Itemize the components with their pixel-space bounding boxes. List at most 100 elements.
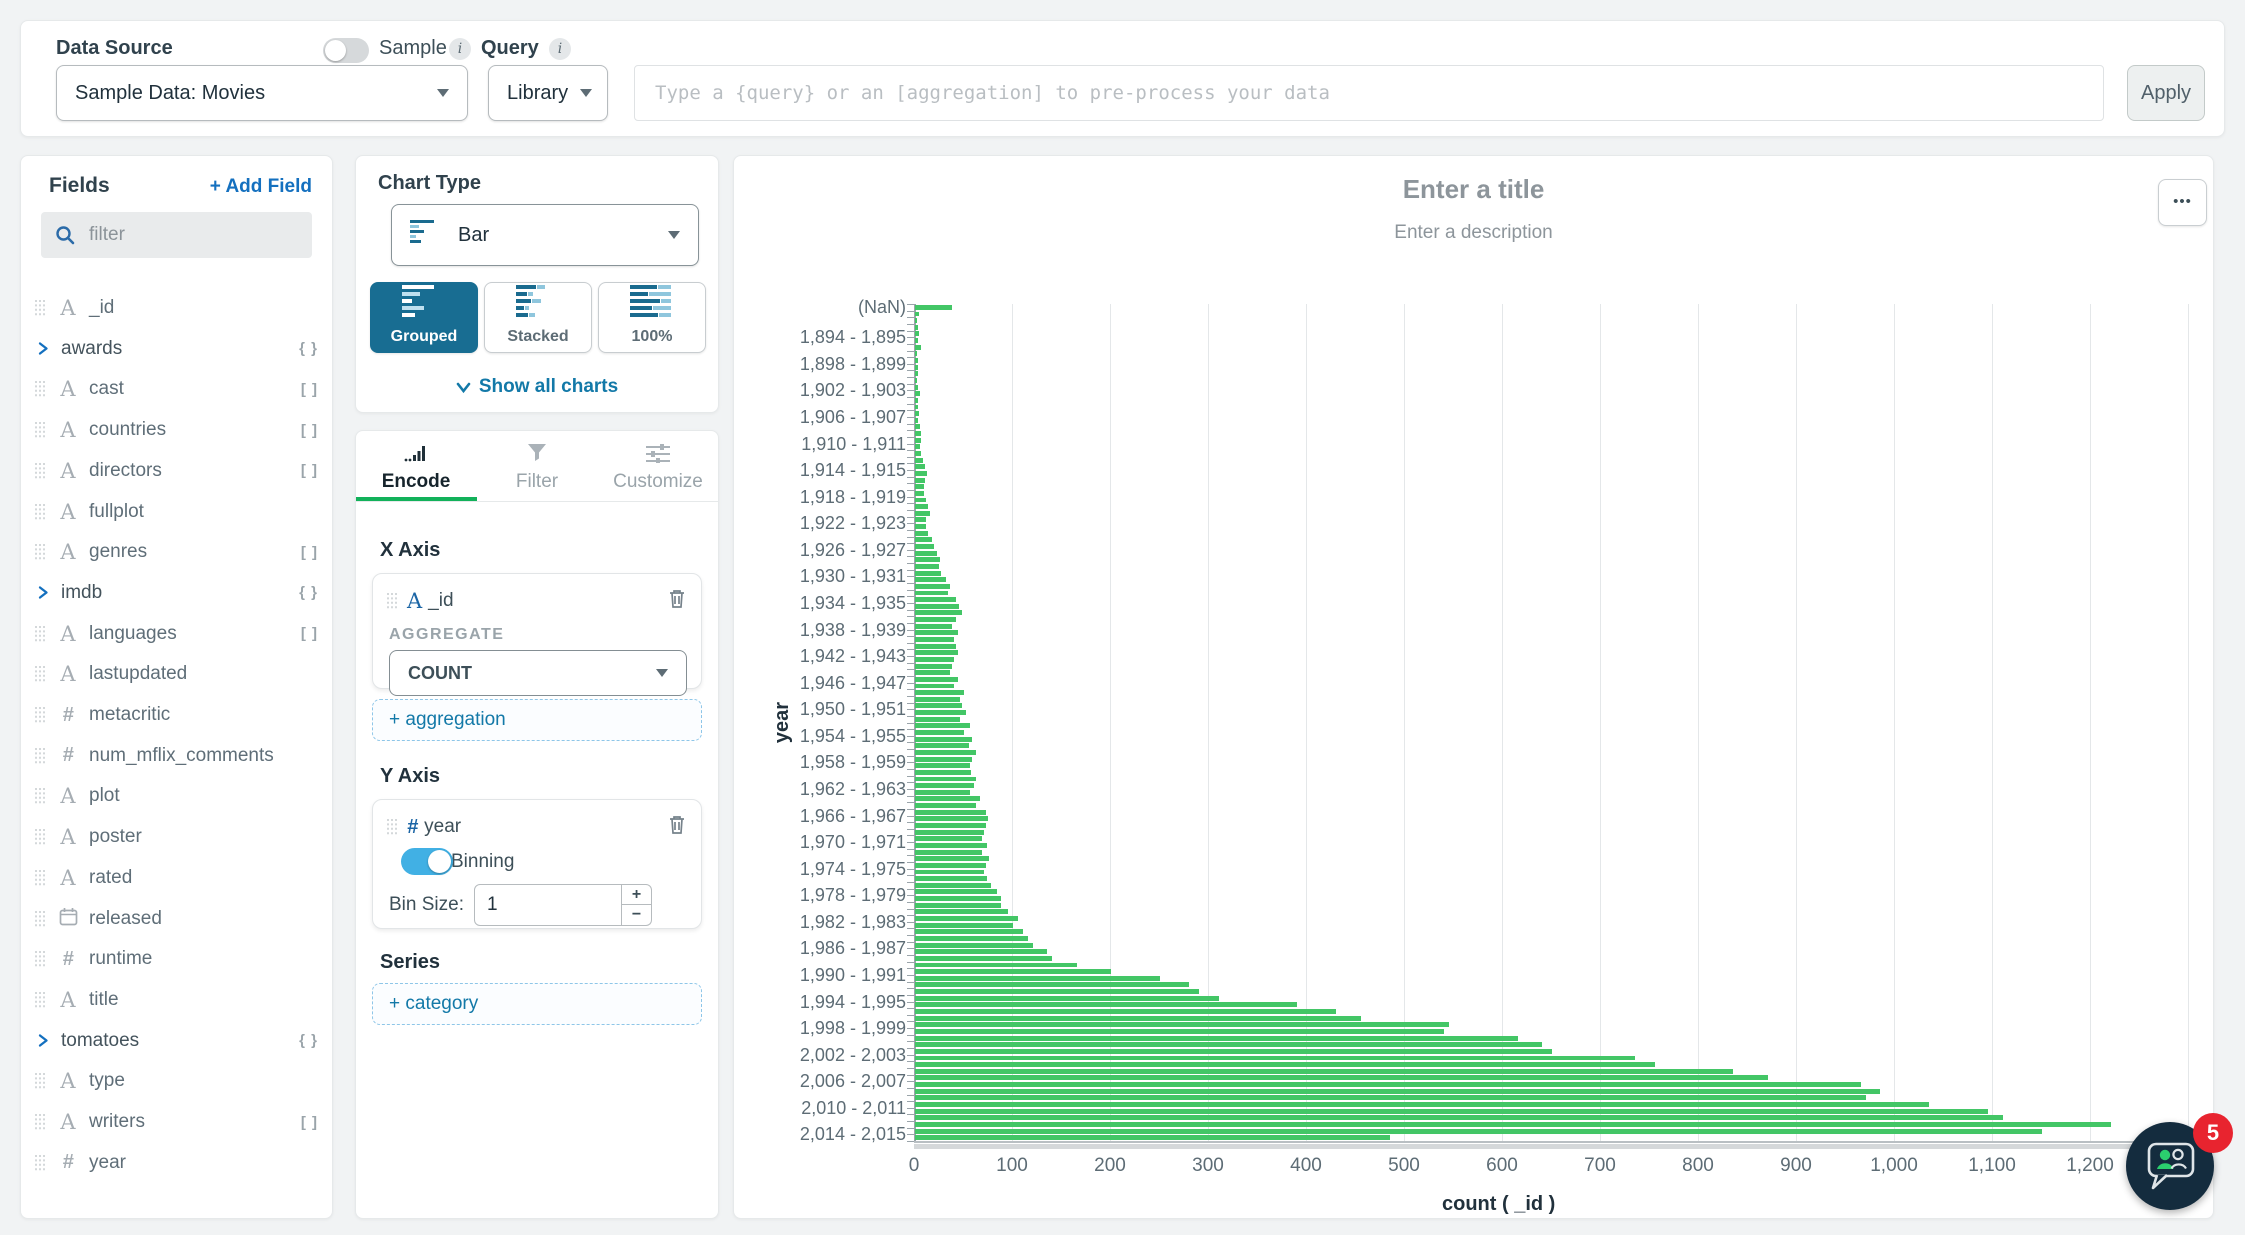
x-axis-field-card[interactable]: A _id AGGREGATE COUNT bbox=[372, 573, 702, 689]
field-row-runtime[interactable]: #runtime bbox=[35, 942, 318, 976]
bar bbox=[915, 690, 964, 695]
aggregate-select[interactable]: COUNT bbox=[389, 650, 687, 696]
chart-title-placeholder[interactable]: Enter a title bbox=[734, 174, 2213, 205]
y-tick bbox=[907, 1114, 914, 1115]
field-row-num_mflix_comments[interactable]: #num_mflix_comments bbox=[35, 739, 318, 773]
y-tick bbox=[907, 1055, 914, 1056]
bar bbox=[915, 458, 923, 463]
field-type-mark: [ ] bbox=[301, 422, 318, 439]
bar bbox=[915, 650, 958, 655]
subtype-grouped-button[interactable]: Grouped bbox=[370, 282, 478, 353]
field-row-genres[interactable]: Agenres[ ] bbox=[35, 535, 318, 569]
field-row-metacritic[interactable]: #metacritic bbox=[35, 698, 318, 732]
sample-info-icon[interactable]: i bbox=[449, 38, 471, 60]
query-input[interactable] bbox=[634, 65, 2104, 121]
y-tick bbox=[907, 749, 914, 750]
stepper-decrement-button[interactable]: − bbox=[622, 905, 652, 926]
field-filter-input[interactable] bbox=[87, 223, 291, 247]
bar bbox=[915, 318, 917, 323]
tab-filter[interactable]: Filter bbox=[477, 443, 597, 493]
chat-notification-badge: 5 bbox=[2193, 1113, 2233, 1153]
subtype-100pct-button[interactable]: 100% bbox=[598, 282, 706, 353]
chevron-down-icon bbox=[656, 669, 668, 677]
y-tick bbox=[907, 357, 914, 358]
y-tick bbox=[907, 849, 914, 850]
y-tick bbox=[907, 875, 914, 876]
field-row-imdb[interactable]: imdb{ } bbox=[35, 576, 318, 610]
field-row-year[interactable]: #year bbox=[35, 1146, 318, 1180]
search-icon bbox=[55, 225, 75, 245]
trash-icon[interactable] bbox=[667, 814, 687, 840]
field-row-lastupdated[interactable]: Alastupdated bbox=[35, 657, 318, 691]
binning-toggle[interactable] bbox=[401, 848, 453, 875]
add-field-button[interactable]: + Add Field bbox=[210, 176, 312, 198]
data-source-label: Data Source bbox=[56, 37, 173, 60]
bar bbox=[915, 1009, 1336, 1014]
field-row-awards[interactable]: awards{ } bbox=[35, 332, 318, 366]
bar bbox=[915, 737, 972, 742]
bar bbox=[915, 338, 918, 343]
subtype-stacked-button[interactable]: Stacked bbox=[484, 282, 592, 353]
y-axis-field-card[interactable]: # year Binning Bin Size: + − bbox=[372, 799, 702, 929]
field-row-fullplot[interactable]: Afullplot bbox=[35, 495, 318, 529]
bar bbox=[915, 431, 921, 436]
apply-button[interactable]: Apply bbox=[2127, 65, 2205, 121]
field-row-tomatoes[interactable]: tomatoes{ } bbox=[35, 1024, 318, 1058]
field-row-plot[interactable]: Aplot bbox=[35, 779, 318, 813]
y-bin-label: 1,938 - 1,939 bbox=[734, 618, 906, 642]
field-row-released[interactable]: released bbox=[35, 902, 318, 936]
library-select[interactable]: Library bbox=[488, 65, 608, 121]
field-row-directors[interactable]: Adirectors[ ] bbox=[35, 454, 318, 488]
data-source-select[interactable]: Sample Data: Movies bbox=[56, 65, 468, 121]
chart-description-placeholder[interactable]: Enter a description bbox=[734, 222, 2213, 244]
chart-menu-button[interactable]: ••• bbox=[2158, 179, 2207, 226]
drag-handle-icon[interactable] bbox=[387, 592, 399, 610]
bar bbox=[915, 810, 986, 815]
sample-toggle[interactable] bbox=[323, 38, 369, 63]
y-tick bbox=[907, 1035, 914, 1036]
y-tick bbox=[907, 988, 914, 989]
bin-size-input[interactable] bbox=[474, 884, 622, 926]
chart-type-select[interactable]: Bar bbox=[391, 204, 699, 266]
y-tick bbox=[907, 1101, 914, 1102]
field-row-type[interactable]: Atype bbox=[35, 1064, 318, 1098]
field-row-languages[interactable]: Alanguages[ ] bbox=[35, 617, 318, 651]
y-tick bbox=[907, 317, 914, 318]
stepper-increment-button[interactable]: + bbox=[622, 884, 652, 905]
bar bbox=[915, 1129, 2042, 1134]
field-row-rated[interactable]: Arated bbox=[35, 861, 318, 895]
field-row-poster[interactable]: Aposter bbox=[35, 820, 318, 854]
field-name: countries bbox=[89, 419, 166, 441]
field-row-countries[interactable]: Acountries[ ] bbox=[35, 413, 318, 447]
bar bbox=[915, 1135, 1390, 1140]
field-row-_id[interactable]: A_id bbox=[35, 291, 318, 325]
bar bbox=[915, 385, 918, 390]
y-tick bbox=[907, 1134, 914, 1135]
field-row-writers[interactable]: Awriters[ ] bbox=[35, 1105, 318, 1139]
field-filter-box[interactable] bbox=[41, 212, 312, 258]
trash-icon[interactable] bbox=[667, 588, 687, 614]
y-bin-label: 1,942 - 1,943 bbox=[734, 644, 906, 668]
y-bin-label: 1,930 - 1,931 bbox=[734, 564, 906, 588]
bar bbox=[915, 870, 984, 875]
gridline bbox=[1404, 304, 1405, 1141]
field-name: tomatoes bbox=[61, 1030, 139, 1052]
drag-handle-icon bbox=[35, 747, 47, 765]
field-row-cast[interactable]: Acast[ ] bbox=[35, 372, 318, 406]
bar bbox=[915, 896, 1001, 901]
drag-handle-icon[interactable] bbox=[387, 818, 399, 836]
show-all-charts-link[interactable]: Show all charts bbox=[356, 376, 718, 398]
x-tick-label: 100 bbox=[967, 1155, 1057, 1177]
bar bbox=[915, 405, 918, 410]
tab-encode[interactable]: Encode bbox=[356, 443, 476, 493]
bar bbox=[915, 916, 1018, 921]
add-category-button[interactable]: + category bbox=[372, 983, 702, 1025]
x-axis-line bbox=[914, 1141, 2196, 1143]
tab-customize[interactable]: Customize bbox=[598, 443, 718, 493]
field-row-title[interactable]: Atitle bbox=[35, 983, 318, 1017]
bar bbox=[915, 305, 952, 310]
bar bbox=[915, 424, 920, 429]
query-info-icon[interactable]: i bbox=[549, 38, 571, 60]
bar bbox=[915, 909, 1008, 914]
add-aggregation-button[interactable]: + aggregation bbox=[372, 699, 702, 741]
